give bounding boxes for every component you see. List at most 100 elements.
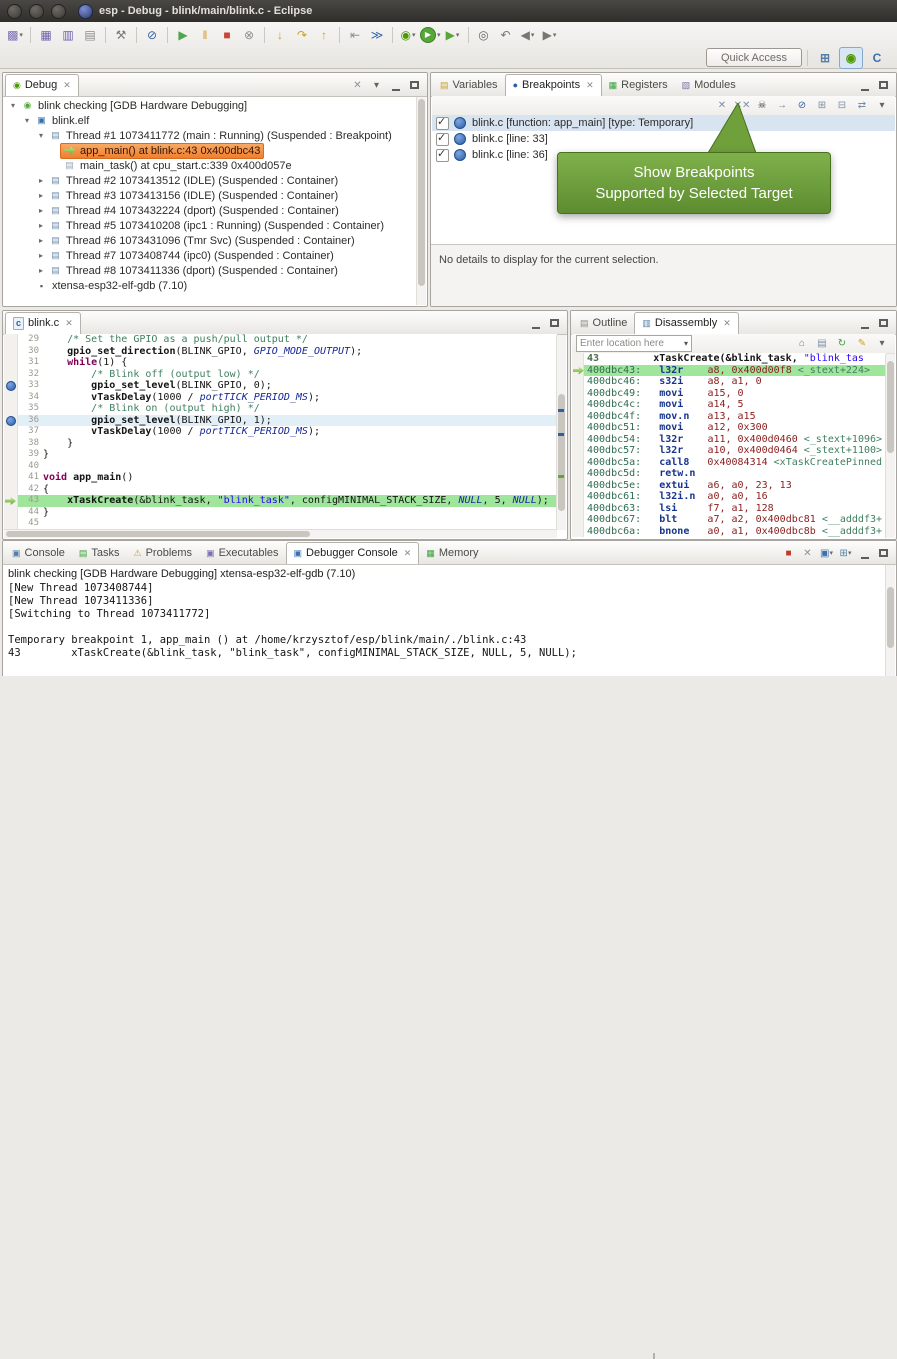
disassembly-text[interactable]: 400dbc61: l32i.n a0, a0, 16 [584, 491, 886, 503]
editor-annotation-ruler[interactable] [4, 472, 18, 484]
tab-breakpoints[interactable]: ● Breakpoints [505, 74, 602, 96]
window-minimize-button[interactable] [29, 4, 44, 19]
remove-all-terminated-icon[interactable]: ✕ [349, 77, 366, 93]
code-text[interactable]: /* Blink on (output high) */ [43, 403, 557, 415]
tab-problems[interactable]: ⚠ Problems [127, 542, 200, 564]
minimize-icon[interactable] [856, 315, 873, 331]
code-text[interactable]: /* Set the GPIO as a push/pull output */ [43, 334, 557, 346]
scrollbar-thumb[interactable] [887, 361, 894, 453]
external-tools-icon[interactable]: ▶ [443, 25, 463, 45]
collapse-all-icon[interactable]: ⊟ [833, 98, 851, 113]
tree-item[interactable]: app_main() at blink.c:43 0x400dbc43 [4, 143, 417, 158]
disassembly-body[interactable]: 43 xTaskCreate(&blink_task, "blink_tas 4… [572, 353, 886, 538]
terminate-icon[interactable]: ■ [780, 545, 797, 561]
expand-toggle-icon[interactable] [22, 116, 32, 125]
tab-registers[interactable]: ▦ Registers [602, 74, 675, 96]
disassembly-ruler[interactable] [572, 388, 584, 400]
disassembly-ruler[interactable] [572, 399, 584, 411]
disassembly-ruler[interactable] [572, 411, 584, 423]
expand-toggle-icon[interactable] [36, 221, 46, 230]
location-input[interactable]: Enter location here [576, 335, 692, 352]
expand-toggle-icon[interactable] [36, 131, 46, 140]
toolbar-separator[interactable] [392, 27, 393, 43]
scrollbar-thumb[interactable] [6, 531, 310, 537]
step-into-icon[interactable]: ↓ [270, 25, 290, 45]
print-icon[interactable]: ▤ [80, 25, 100, 45]
tab-debugger-console[interactable]: ▣ Debugger Console [286, 542, 420, 564]
console-output[interactable]: blink checking [GDB Hardware Debugging] … [4, 565, 886, 676]
code-text[interactable]: /* Blink off (output low) */ [43, 369, 557, 381]
tab-outline[interactable]: ▤ Outline [573, 312, 634, 334]
editor-annotation-ruler[interactable] [4, 403, 18, 415]
disassembly-text[interactable]: 400dbc49: movi a15, 0 [584, 388, 886, 400]
disassembly-ruler[interactable] [572, 514, 584, 526]
go-to-file-icon[interactable]: → [773, 98, 791, 113]
instruction-stepping-icon[interactable]: ≫ [367, 25, 387, 45]
editor-annotation-ruler[interactable] [4, 415, 18, 427]
breakpoint-checkbox[interactable] [436, 133, 449, 146]
minimize-icon[interactable] [856, 545, 873, 561]
code-text[interactable]: while(1) { [43, 357, 557, 369]
toolbar-separator[interactable] [339, 27, 340, 43]
tree-item[interactable]: ▤ Thread #2 1073413512 (IDLE) (Suspended… [4, 173, 417, 188]
editor-hscrollbar[interactable] [4, 529, 557, 538]
view-menu-icon[interactable]: ▾ [873, 336, 891, 351]
disassembly-text[interactable]: 400dbc4f: mov.n a13, a15 [584, 411, 886, 423]
forward-icon[interactable]: ▶ [540, 25, 560, 45]
tree-item[interactable]: ▤ Thread #7 1073408744 (ipc0) (Suspended… [4, 248, 417, 263]
disassembly-text[interactable]: 400dbc5e: extui a6, a0, 23, 13 [584, 480, 886, 492]
expand-toggle-icon[interactable] [8, 101, 18, 110]
editor-annotation-ruler[interactable] [4, 357, 18, 369]
disassembly-scrollbar[interactable] [885, 354, 895, 538]
disassembly-text[interactable]: 400dbc6a: bnone a0, a1, 0x400dbc8b <__ad… [584, 526, 886, 538]
debug-tree-scrollbar[interactable] [416, 97, 426, 305]
code-text[interactable]: { [43, 484, 557, 496]
code-text[interactable] [43, 461, 557, 473]
code-text[interactable]: } [43, 507, 557, 519]
tree-item[interactable]: ▤ Thread #6 1073431096 (Tmr Svc) (Suspen… [4, 233, 417, 248]
tree-item[interactable]: ▤ main_task() at cpu_start.c:339 0x400d0… [4, 158, 417, 173]
code-text[interactable]: } [43, 438, 557, 450]
console-scrollbar[interactable] [885, 565, 895, 676]
disassembly-text[interactable]: 400dbc51: movi a12, 0x300 [584, 422, 886, 434]
resume-icon[interactable]: ▶ [173, 25, 193, 45]
expand-toggle-icon[interactable] [36, 236, 46, 245]
disassembly-text[interactable]: 400dbc5a: call8 0x40084314 <xTaskCreateP… [584, 457, 886, 469]
disassembly-ruler[interactable] [572, 468, 584, 480]
tab-console[interactable]: ▣ Console [5, 542, 72, 564]
open-perspective-icon[interactable]: ⊞ [813, 47, 837, 69]
cpp-perspective-button[interactable]: C [865, 47, 889, 69]
toolbar-separator[interactable] [105, 27, 106, 43]
toolbar-separator[interactable] [136, 27, 137, 43]
editor-scrollbar[interactable] [556, 335, 566, 530]
maximize-icon[interactable] [875, 315, 892, 331]
expand-all-icon[interactable]: ⊞ [813, 98, 831, 113]
breakpoint-overview-mark[interactable] [558, 433, 564, 436]
suspend-icon[interactable]: ‖ [195, 25, 215, 45]
skip-all-breakpoints-icon[interactable]: ⊘ [142, 25, 162, 45]
chevron-down-icon[interactable] [684, 338, 688, 349]
save-all-icon[interactable]: ▥ [58, 25, 78, 45]
toolbar-separator[interactable] [167, 27, 168, 43]
maximize-icon[interactable] [875, 545, 892, 561]
back-icon[interactable]: ◀ [518, 25, 538, 45]
expand-toggle-icon[interactable] [36, 191, 46, 200]
tree-item[interactable]: ▪ xtensa-esp32-elf-gdb (7.10) [4, 278, 417, 293]
disassembly-ruler[interactable] [572, 365, 584, 377]
close-tab-icon[interactable] [586, 80, 594, 91]
editor-annotation-ruler[interactable] [4, 380, 18, 392]
window-close-button[interactable] [7, 4, 22, 19]
disassembly-text[interactable]: 400dbc5d: retw.n [584, 468, 886, 480]
disassembly-text[interactable]: 400dbc57: l32r a10, 0x400d0464 <_stext+1… [584, 445, 886, 457]
minimize-icon[interactable] [387, 77, 404, 93]
editor-annotation-ruler[interactable] [4, 426, 18, 438]
editor-annotation-ruler[interactable] [4, 438, 18, 450]
disassembly-ruler[interactable] [572, 503, 584, 515]
run-icon[interactable]: ▶ [420, 25, 441, 45]
scrollbar-thumb[interactable] [418, 99, 425, 286]
disassembly-ruler[interactable] [572, 445, 584, 457]
disassembly-ruler[interactable] [572, 480, 584, 492]
disassembly-text[interactable]: 400dbc43: l32r a8, 0x400d00f8 <_stext+22… [584, 365, 886, 377]
show-source-icon[interactable]: ▤ [813, 336, 831, 351]
code-text[interactable] [43, 518, 557, 530]
